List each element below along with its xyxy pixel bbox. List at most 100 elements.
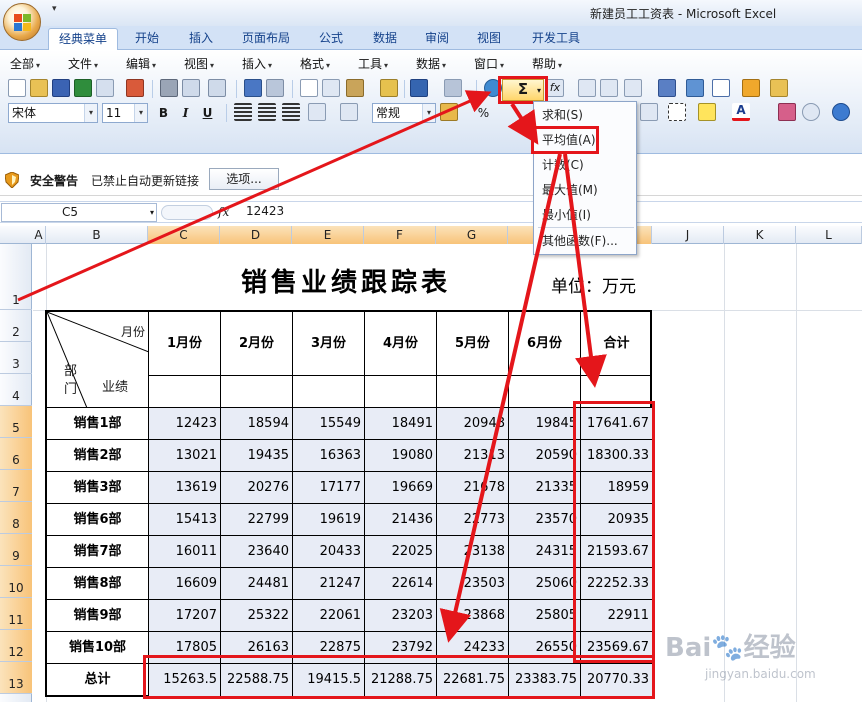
value-cell[interactable]: 21436 <box>365 504 437 536</box>
row-header[interactable]: 9 <box>0 534 32 566</box>
column-header-a[interactable]: A <box>32 226 46 244</box>
chevron-down-icon[interactable]: ▾ <box>150 204 154 221</box>
row-header[interactable]: 4 <box>0 374 32 406</box>
value-cell[interactable]: 16609 <box>149 568 221 600</box>
header-month-5[interactable]: 5月份 <box>437 312 509 376</box>
security-options-button[interactable]: 选项... <box>209 168 279 190</box>
value-cell[interactable]: 21335 <box>509 472 581 504</box>
value-cell[interactable]: 22025 <box>365 536 437 568</box>
quick-access-dropdown-icon[interactable]: ▾ <box>52 4 57 14</box>
menu-item-min[interactable]: 最小值(I) <box>535 203 635 228</box>
value-cell[interactable]: 23868 <box>437 600 509 632</box>
wrap-text-icon[interactable] <box>340 103 358 121</box>
header-month-4[interactable]: 4月份 <box>365 312 437 376</box>
value-cell[interactable]: 19080 <box>365 440 437 472</box>
department-cell[interactable]: 销售3部 <box>47 472 149 504</box>
row-header[interactable]: 11 <box>0 598 32 630</box>
sort-ascending-icon[interactable] <box>578 79 596 97</box>
value-cell[interactable]: 24315 <box>509 536 581 568</box>
value-cell[interactable]: 19845 <box>509 408 581 440</box>
align-center-icon[interactable] <box>258 103 276 121</box>
row-header[interactable]: 12 <box>0 630 32 662</box>
value-cell[interactable]: 13619 <box>149 472 221 504</box>
header-month-1[interactable]: 1月份 <box>149 312 221 376</box>
value-cell[interactable]: 25322 <box>221 600 293 632</box>
underline-button[interactable]: U <box>198 103 217 122</box>
column-header-b[interactable]: B <box>46 226 148 244</box>
column-header-l[interactable]: L <box>796 226 862 244</box>
value-cell[interactable]: 20590 <box>509 440 581 472</box>
department-cell[interactable]: 销售2部 <box>47 440 149 472</box>
excel-icon[interactable] <box>74 79 92 97</box>
menu-format[interactable]: 格式 ▾ <box>300 53 330 75</box>
department-cell[interactable]: 销售1部 <box>47 408 149 440</box>
menu-help[interactable]: 帮助 ▾ <box>532 53 562 75</box>
row-header[interactable]: 3 <box>0 342 32 374</box>
value-cell[interactable]: 23640 <box>221 536 293 568</box>
blank-cell[interactable] <box>437 376 509 408</box>
copy-icon[interactable] <box>322 79 340 97</box>
value-cell[interactable]: 16363 <box>293 440 365 472</box>
folder-icon[interactable] <box>770 79 788 97</box>
permission-icon[interactable] <box>96 79 114 97</box>
column-header-e[interactable]: E <box>292 226 364 244</box>
chevron-down-icon[interactable]: ▾ <box>84 104 97 122</box>
value-cell[interactable]: 22799 <box>221 504 293 536</box>
tab-home[interactable]: 开始 <box>124 28 170 50</box>
value-cell[interactable]: 23570 <box>509 504 581 536</box>
value-cell[interactable]: 18491 <box>365 408 437 440</box>
row-header[interactable]: 5 <box>0 406 32 438</box>
print-icon[interactable] <box>160 79 178 97</box>
tab-data[interactable]: 数据 <box>362 28 408 50</box>
department-cell[interactable]: 销售10部 <box>47 632 149 664</box>
menu-item-sum[interactable]: 求和(S) <box>535 103 635 128</box>
column-header-c[interactable]: C <box>148 226 220 244</box>
header-total[interactable]: 合计 <box>581 312 652 376</box>
value-cell[interactable]: 23203 <box>365 600 437 632</box>
value-cell[interactable]: 22061 <box>293 600 365 632</box>
department-cell[interactable]: 销售9部 <box>47 600 149 632</box>
value-cell[interactable]: 22614 <box>365 568 437 600</box>
value-cell[interactable]: 21313 <box>437 440 509 472</box>
tab-insert[interactable]: 插入 <box>178 28 224 50</box>
tab-view[interactable]: 视图 <box>466 28 512 50</box>
value-cell[interactable]: 20433 <box>293 536 365 568</box>
menu-edit[interactable]: 编辑 ▾ <box>126 53 156 75</box>
menu-item-more-functions[interactable]: 其他函数(F)... <box>535 229 635 254</box>
blank-cell[interactable] <box>293 376 365 408</box>
help-icon[interactable] <box>832 103 850 121</box>
column-header-k[interactable]: K <box>724 226 796 244</box>
paste-icon[interactable] <box>346 79 364 97</box>
value-cell[interactable]: 12423 <box>149 408 221 440</box>
print-preview-icon[interactable] <box>182 79 200 97</box>
menu-data[interactable]: 数据 ▾ <box>416 53 446 75</box>
menu-window[interactable]: 窗口 ▾ <box>474 53 504 75</box>
undo-icon[interactable] <box>410 79 428 97</box>
format-painter-icon[interactable] <box>380 79 398 97</box>
value-cell[interactable]: 23503 <box>437 568 509 600</box>
blank-cell[interactable] <box>221 376 293 408</box>
value-cell[interactable]: 13021 <box>149 440 221 472</box>
header-month-3[interactable]: 3月份 <box>293 312 365 376</box>
row-header[interactable]: 1 <box>0 244 32 310</box>
value-cell[interactable]: 17207 <box>149 600 221 632</box>
currency-icon[interactable] <box>440 103 458 121</box>
cut-icon[interactable] <box>300 79 318 97</box>
header-corner-cell[interactable]: 月份 部 门 业绩 <box>47 312 149 408</box>
value-cell[interactable]: 19669 <box>365 472 437 504</box>
borders-icon[interactable] <box>668 103 686 121</box>
tab-formulas[interactable]: 公式 <box>308 28 354 50</box>
warning-icon[interactable] <box>742 79 760 97</box>
spelling-icon[interactable] <box>244 79 262 97</box>
new-file-icon[interactable] <box>8 79 26 97</box>
drawing-icon[interactable] <box>686 79 704 97</box>
formula-bar-divider-handle[interactable] <box>161 205 213 220</box>
tab-review[interactable]: 审阅 <box>414 28 460 50</box>
font-name-combo[interactable]: 宋体 ▾ <box>8 103 98 123</box>
percent-button[interactable]: % <box>474 103 493 122</box>
menu-item-count[interactable]: 计数(C) <box>535 153 635 178</box>
row-header[interactable]: 6 <box>0 438 32 470</box>
italic-button[interactable]: I <box>176 103 195 122</box>
department-cell[interactable]: 销售6部 <box>47 504 149 536</box>
menu-file[interactable]: 文件 ▾ <box>68 53 98 75</box>
